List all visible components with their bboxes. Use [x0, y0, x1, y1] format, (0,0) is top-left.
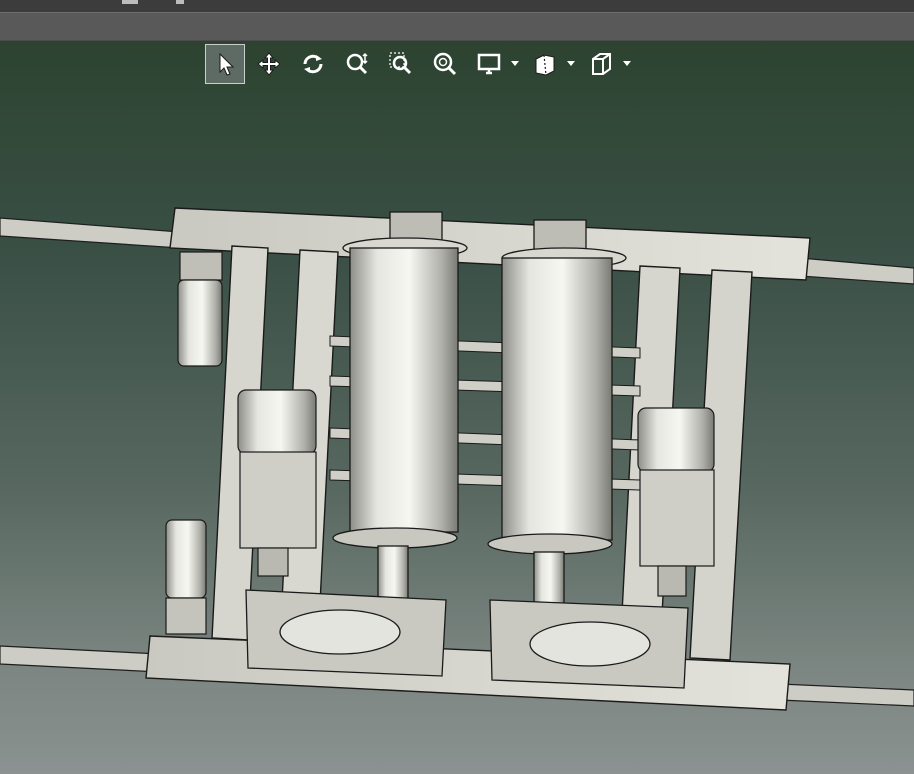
zoom-tool-button[interactable] [337, 44, 377, 84]
monitor-icon [477, 53, 501, 75]
rotate-icon [303, 54, 323, 74]
motor-top-left [177, 251, 223, 367]
chevron-down-icon [511, 61, 519, 66]
section-view-button[interactable] [525, 44, 565, 84]
cube-icon [592, 53, 611, 75]
rotate-tool-button[interactable] [293, 44, 333, 84]
view-toolbar [205, 44, 633, 84]
section-view-group[interactable] [525, 44, 577, 84]
view-orientation-group[interactable] [581, 44, 633, 84]
chevron-down-icon [567, 61, 575, 66]
view-orientation-button[interactable] [581, 44, 621, 84]
zoom-window-icon [389, 52, 412, 75]
select-tool-button[interactable] [205, 44, 245, 84]
display-mode-button[interactable] [469, 44, 509, 84]
display-mode-group[interactable] [469, 44, 521, 84]
motor-left [237, 389, 317, 577]
pan-tool-button[interactable] [249, 44, 289, 84]
cad-model[interactable] [0, 0, 914, 774]
move-arrows-icon [257, 52, 281, 76]
section-view-caret[interactable] [565, 44, 577, 84]
view-orientation-caret[interactable] [621, 44, 633, 84]
zoom-icon [346, 52, 368, 75]
spindle-left [332, 211, 468, 603]
motor-bottom-left [165, 519, 207, 635]
zoom-fit-icon [433, 52, 457, 76]
arrow-cursor-icon [219, 52, 235, 76]
zoom-fit-tool-button[interactable] [425, 44, 465, 84]
chevron-down-icon [623, 61, 631, 66]
zoom-window-tool-button[interactable] [381, 44, 421, 84]
spindle-right [487, 219, 627, 609]
display-mode-caret[interactable] [509, 44, 521, 84]
section-cube-icon [535, 54, 555, 76]
